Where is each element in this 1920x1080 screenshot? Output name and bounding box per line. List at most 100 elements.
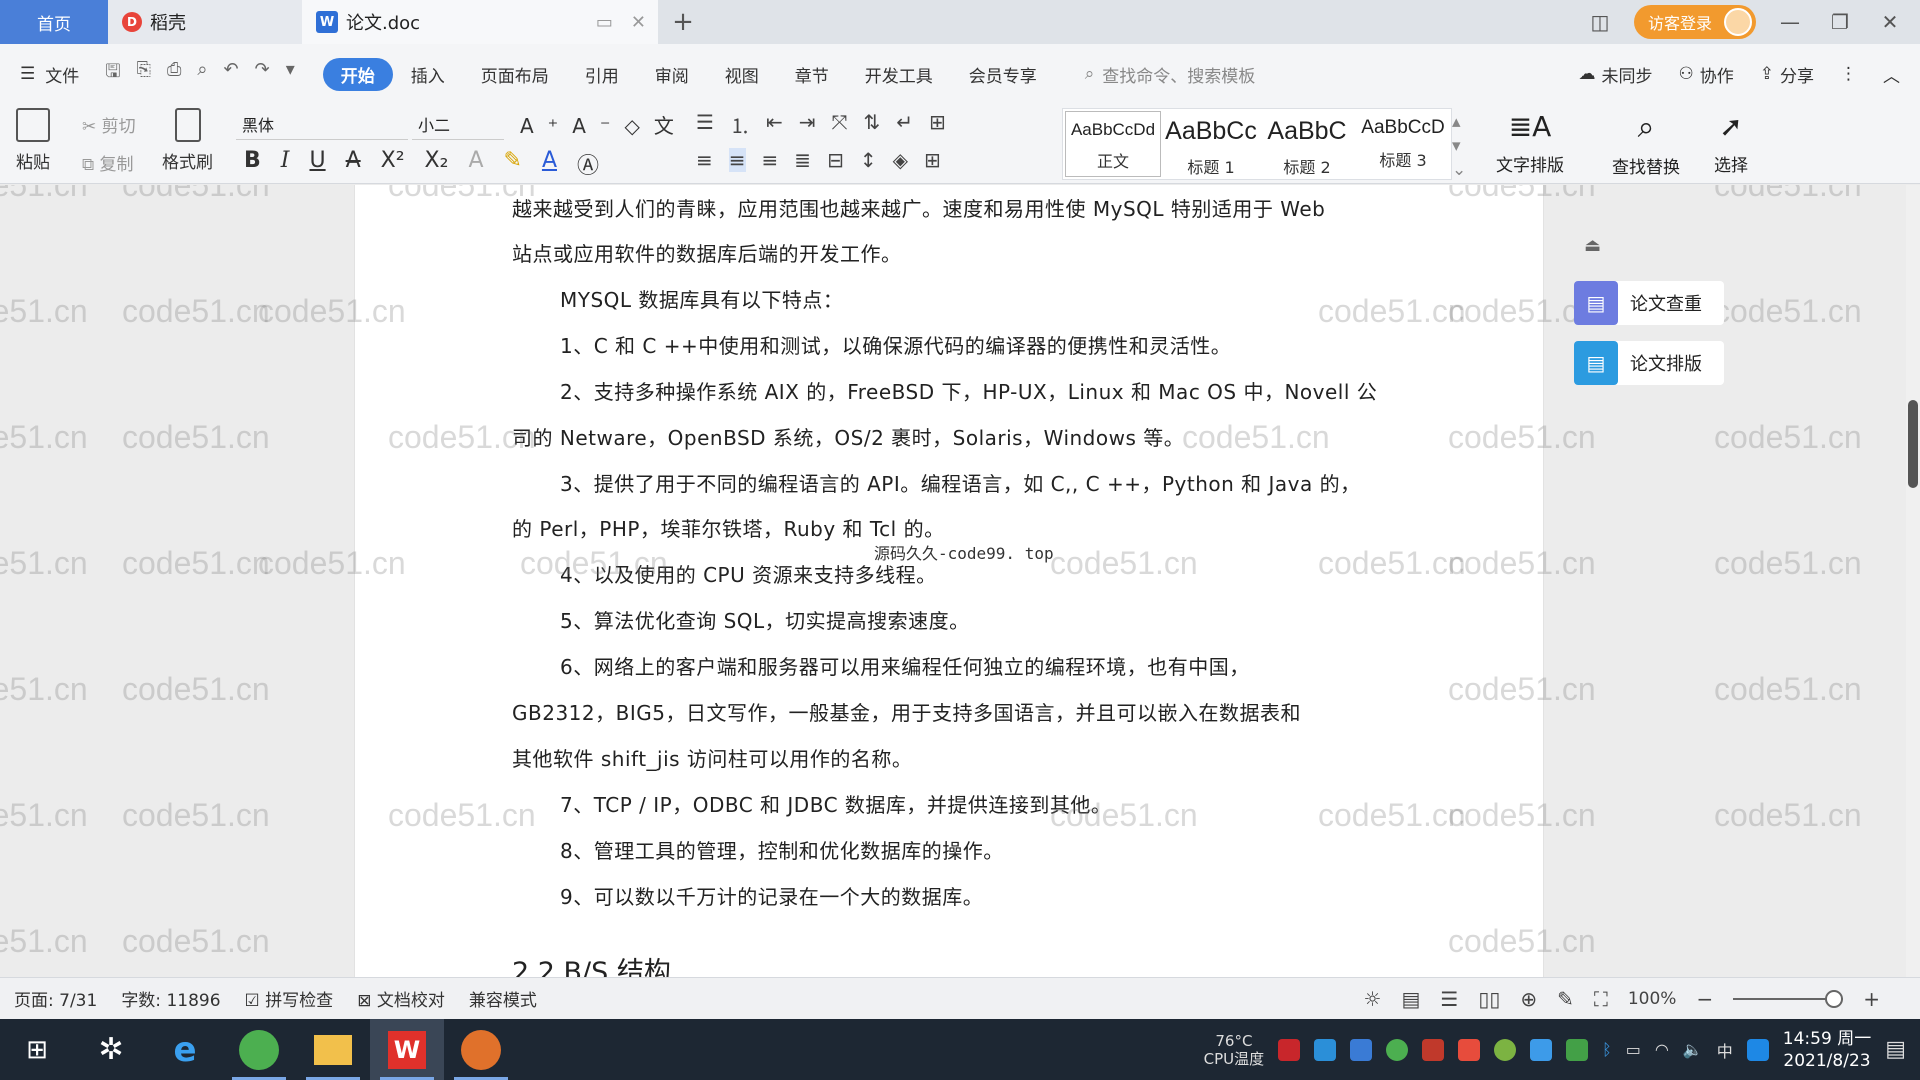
- menu-home[interactable]: 开始: [322, 57, 393, 91]
- tab-pin-icon[interactable]: ▭: [596, 12, 613, 33]
- align-center-icon[interactable]: ≡: [728, 148, 746, 172]
- superscript-icon[interactable]: X²: [381, 148, 405, 180]
- style-heading-2[interactable]: AaBbC 标题 2: [1259, 109, 1355, 179]
- input-method-icon[interactable]: [1746, 1038, 1769, 1061]
- grow-font-icon[interactable]: A⁺: [520, 114, 572, 138]
- command-search[interactable]: ⌕ 查找命令、搜索模板: [1085, 62, 1256, 87]
- clock[interactable]: 14:59 周一 2021/8/23: [1783, 1028, 1871, 1072]
- increase-indent-icon[interactable]: ⇥: [799, 110, 816, 139]
- zoom-out-icon[interactable]: −: [1696, 987, 1713, 1011]
- outline-view-icon[interactable]: ☰: [1440, 987, 1458, 1011]
- find-replace-button[interactable]: ⌕ 查找替换: [1612, 110, 1680, 178]
- spell-check-button[interactable]: ☑ 拼写检查: [245, 986, 334, 1011]
- zoom-slider[interactable]: [1733, 989, 1844, 1008]
- word-count[interactable]: 字数: 11896: [121, 986, 220, 1011]
- share-button[interactable]: ⇪ 分享: [1760, 62, 1814, 87]
- tray-app-icon[interactable]: [1494, 1038, 1517, 1061]
- decrease-indent-icon[interactable]: ⇤: [766, 110, 783, 139]
- taskbar-app-recorder[interactable]: [444, 1019, 518, 1080]
- taskbar-app-ie[interactable]: e: [148, 1019, 222, 1080]
- text-effect-icon[interactable]: A: [468, 148, 483, 180]
- more-icon[interactable]: ⋮: [1840, 64, 1857, 84]
- start-button[interactable]: ⊞: [0, 1019, 74, 1080]
- undo-icon[interactable]: ↶: [224, 59, 239, 89]
- tray-app-icon[interactable]: [1566, 1038, 1589, 1061]
- page-indicator[interactable]: 页面: 7/31: [14, 986, 97, 1011]
- tab-close-icon[interactable]: ✕: [631, 12, 646, 33]
- proofread-button[interactable]: ⊠ 文档校对: [357, 986, 445, 1011]
- align-left-icon[interactable]: ≡: [696, 148, 713, 172]
- subscript-icon[interactable]: X₂: [425, 148, 449, 180]
- sort-icon[interactable]: ⇅: [863, 110, 880, 139]
- tab-document[interactable]: W 论文.doc ▭ ✕: [302, 0, 658, 44]
- menu-references[interactable]: 引用: [567, 62, 637, 87]
- style-heading-1[interactable]: AaBbCc 标题 1: [1163, 109, 1259, 179]
- justify-icon[interactable]: ≣: [794, 148, 811, 172]
- wifi-icon[interactable]: ◠: [1655, 1040, 1669, 1059]
- style-scroll[interactable]: ▴ ▾ ⌄: [1452, 110, 1466, 182]
- tray-app-icon[interactable]: [1458, 1038, 1481, 1061]
- page-view-icon[interactable]: ▤: [1401, 987, 1420, 1011]
- zoom-level[interactable]: 100%: [1628, 989, 1677, 1009]
- align-right-icon[interactable]: ≡: [762, 148, 779, 172]
- bullets-icon[interactable]: ☰: [696, 110, 714, 139]
- underline-icon[interactable]: U: [309, 148, 325, 180]
- style-normal[interactable]: AaBbCcDd 正文: [1065, 111, 1161, 177]
- output-pdf-icon[interactable]: ⎘: [137, 59, 151, 89]
- paper-check-button[interactable]: ▤ 论文查重: [1574, 281, 1724, 325]
- close-window-icon[interactable]: ✕: [1874, 10, 1906, 34]
- tray-app-icon[interactable]: [1386, 1038, 1409, 1061]
- style-heading-3[interactable]: AaBbCcD 标题 3: [1355, 109, 1451, 179]
- phonetic-icon[interactable]: 文: [654, 114, 688, 138]
- bluetooth-icon[interactable]: ᛒ: [1602, 1040, 1612, 1059]
- tray-app-icon[interactable]: [1278, 1038, 1301, 1061]
- visitor-login-button[interactable]: 访客登录: [1633, 5, 1756, 39]
- char-border-icon[interactable]: Ⓐ: [577, 148, 599, 180]
- cpu-temp-widget[interactable]: 76°C CPU温度: [1204, 1032, 1265, 1068]
- paper-format-button[interactable]: ▤ 论文排版: [1574, 341, 1724, 385]
- line-spacing-icon[interactable]: ↕: [860, 148, 877, 172]
- font-color-icon[interactable]: A: [542, 148, 557, 180]
- taskbar-app-pinwheel[interactable]: ✲: [74, 1019, 148, 1080]
- scrollbar-thumb[interactable]: [1908, 400, 1918, 488]
- font-size-select[interactable]: 小二: [412, 112, 504, 140]
- taskbar-app-wps[interactable]: W: [370, 1019, 444, 1080]
- print-preview-icon[interactable]: ⌕: [197, 59, 207, 89]
- tray-app-icon[interactable]: [1530, 1038, 1553, 1061]
- tray-app-icon[interactable]: [1314, 1038, 1337, 1061]
- collapse-ribbon-icon[interactable]: ︿: [1883, 62, 1900, 87]
- menu-page-layout[interactable]: 页面布局: [463, 62, 567, 87]
- taskbar-app-explorer[interactable]: [296, 1019, 370, 1080]
- battery-icon[interactable]: ▭: [1626, 1040, 1641, 1059]
- new-tab-button[interactable]: +: [658, 0, 708, 44]
- distributed-icon[interactable]: ⊟: [827, 148, 844, 172]
- sync-status[interactable]: ☁ 未同步: [1579, 62, 1653, 87]
- cut-button[interactable]: ✂ 剪切: [82, 112, 136, 137]
- restore-icon[interactable]: ❐: [1824, 10, 1856, 34]
- tab-home[interactable]: 首页: [0, 0, 108, 44]
- highlight-icon[interactable]: ✎: [504, 148, 522, 180]
- print-icon[interactable]: ⎙: [167, 59, 181, 89]
- reading-view-icon[interactable]: ▯▯: [1478, 987, 1500, 1011]
- zoom-in-icon[interactable]: +: [1863, 987, 1880, 1011]
- numbering-icon[interactable]: ⒈: [730, 110, 750, 139]
- taskbar-app-browser[interactable]: [222, 1019, 296, 1080]
- write-mode-icon[interactable]: ✎: [1557, 987, 1574, 1011]
- italic-icon[interactable]: I: [281, 148, 290, 180]
- zoom-slider-knob[interactable]: [1825, 989, 1844, 1008]
- layout-toggle-icon[interactable]: ◫: [1584, 10, 1616, 34]
- tab-stops-icon[interactable]: ⊞: [929, 110, 946, 139]
- shrink-font-icon[interactable]: A⁻: [572, 114, 624, 138]
- menu-view[interactable]: 视图: [707, 62, 777, 87]
- bold-icon[interactable]: B: [244, 148, 261, 180]
- eye-protect-icon[interactable]: ☼: [1364, 987, 1382, 1011]
- vertical-scrollbar[interactable]: [1906, 185, 1920, 977]
- tray-app-icon[interactable]: [1422, 1038, 1445, 1061]
- customize-chevron-icon[interactable]: ▾: [286, 59, 295, 89]
- borders-icon[interactable]: ⊞: [924, 148, 941, 172]
- save-icon[interactable]: 🖫: [105, 59, 120, 89]
- select-button[interactable]: ➚ 选择: [1714, 110, 1748, 176]
- notification-icon[interactable]: ▤: [1885, 1037, 1906, 1062]
- copy-button[interactable]: ⧉ 复制: [82, 150, 134, 175]
- redo-icon[interactable]: ↷: [255, 59, 270, 89]
